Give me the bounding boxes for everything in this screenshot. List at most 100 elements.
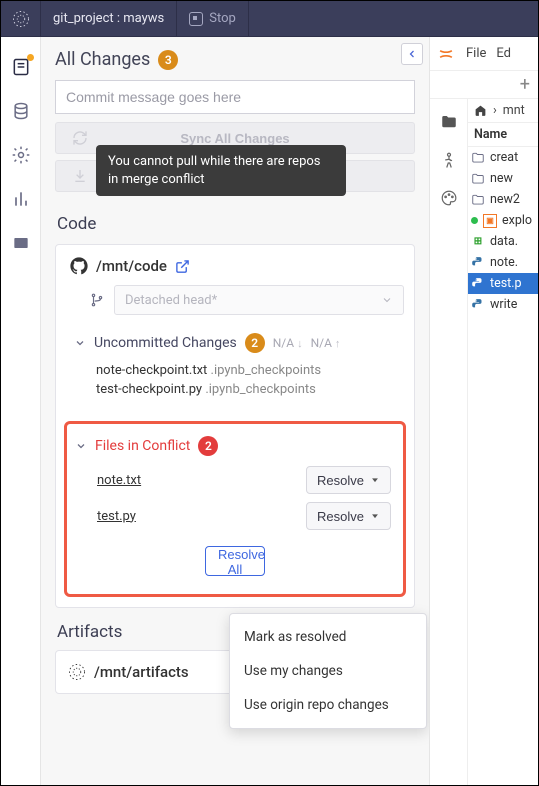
conflict-file-name[interactable]: note.txt (97, 473, 141, 488)
uncommitted-title: Uncommitted Changes (94, 335, 237, 351)
resolve-button[interactable]: Resolve (306, 466, 391, 494)
uncommitted-file-row[interactable]: test-checkpoint.py .ipynb_checkpoints (96, 382, 404, 397)
incoming-count: N/A↓ (273, 336, 303, 350)
menu-edit[interactable]: Ed (496, 46, 511, 61)
chevron-down-icon (75, 440, 87, 452)
menu-use-my-changes[interactable]: Use my changes (230, 654, 426, 688)
artifacts-path-text: /mnt/artifacts (94, 663, 189, 681)
app-logo[interactable] (1, 1, 41, 37)
python-icon (471, 277, 485, 291)
file-row[interactable]: ▣ explo (468, 210, 538, 231)
project-title[interactable]: git_project : mayws (41, 1, 177, 37)
stop-button[interactable]: Stop (177, 1, 249, 37)
folder-icon[interactable] (440, 113, 458, 131)
conflict-header[interactable]: Files in Conflict 2 (75, 436, 395, 456)
repo-path-row: /mnt/code (66, 257, 404, 275)
top-bar: git_project : mayws Stop (1, 1, 538, 37)
menu-use-origin-changes[interactable]: Use origin repo changes (230, 688, 426, 722)
breadcrumb[interactable]: › mnt (468, 99, 538, 122)
conflict-title: Files in Conflict (95, 438, 190, 454)
external-link-icon[interactable] (175, 259, 190, 274)
file-row[interactable]: note. (468, 252, 538, 273)
file-row[interactable]: test.p (468, 273, 538, 294)
jupyter-icon[interactable] (436, 44, 456, 64)
rail-database-icon[interactable] (11, 101, 31, 121)
conflict-file-name[interactable]: test.py (97, 509, 136, 524)
add-button[interactable]: + (520, 74, 530, 95)
file-row[interactable]: write (468, 294, 538, 315)
rail-changes-badge (27, 54, 34, 61)
all-changes-label: All Changes (55, 49, 150, 70)
csv-icon: ⊞ (471, 235, 485, 249)
collapse-panel-button[interactable] (401, 43, 423, 65)
file-header-name[interactable]: Name (468, 122, 538, 147)
file-name: test.p (490, 276, 522, 291)
sync-icon (72, 130, 88, 146)
folder-icon (471, 172, 485, 186)
file-dir: .ipynb_checkpoints (205, 382, 316, 397)
file-row[interactable]: creat (468, 147, 538, 168)
menu-file[interactable]: File (466, 46, 486, 61)
python-icon (471, 298, 485, 312)
branch-row: Detached head* (90, 285, 404, 315)
all-changes-count: 3 (158, 50, 178, 70)
spiral-icon (68, 663, 86, 681)
file-dir: .ipynb_checkpoints (211, 363, 322, 378)
folder-icon (471, 151, 485, 165)
rail-changes-icon[interactable] (11, 57, 31, 77)
right-toolbar: + (430, 71, 538, 99)
rail-stats-icon[interactable] (11, 189, 31, 209)
file-name: note-checkpoint.txt (96, 363, 207, 378)
outgoing-count: N/A↑ (311, 336, 341, 350)
resolved-all-button[interactable]: Resolved All (205, 546, 265, 576)
running-icon[interactable] (440, 151, 458, 169)
home-icon (474, 104, 487, 117)
uncommitted-header[interactable]: Uncommitted Changes 2 N/A↓ N/A↑ (74, 333, 404, 353)
uncommitted-file-row[interactable]: note-checkpoint.txt .ipynb_checkpoints (96, 363, 404, 378)
file-name: write (490, 297, 517, 312)
resolved-all-label: Resolved All (218, 547, 265, 576)
stop-label: Stop (209, 11, 236, 26)
palette-icon[interactable] (440, 189, 458, 207)
branch-select[interactable]: Detached head* (114, 285, 404, 315)
conflict-file-row: note.txt Resolve (97, 466, 391, 494)
notebook-icon: ▣ (483, 214, 497, 228)
file-name: new2 (490, 192, 520, 207)
commit-message-input[interactable] (55, 80, 415, 114)
right-icon-rail (430, 99, 468, 785)
conflict-file-row: test.py Resolve (97, 502, 391, 530)
python-icon (471, 256, 485, 270)
file-name: data. (490, 234, 518, 249)
resolve-button[interactable]: Resolve (306, 502, 391, 530)
chevron-down-icon (381, 294, 393, 306)
git-branch-icon (90, 293, 104, 307)
file-name: creat (490, 150, 518, 165)
file-row[interactable]: new (468, 168, 538, 189)
spiral-icon (12, 10, 30, 28)
github-icon (70, 257, 88, 275)
file-name: explo (502, 213, 532, 228)
file-name: note. (490, 255, 518, 270)
stop-icon (189, 12, 203, 26)
resolve-label: Resolve (317, 509, 364, 524)
conflict-count: 2 (198, 436, 218, 456)
repo-card: /mnt/code Detached head* Uncommitt (55, 244, 415, 608)
sync-all-label: Sync All Changes (180, 131, 289, 146)
file-browser: › mnt Name creat new new2 ▣ explo ⊞ data. note.… (468, 99, 538, 785)
file-name: new (490, 171, 513, 186)
caret-down-icon (370, 475, 380, 485)
file-name: test-checkpoint.py (96, 382, 202, 397)
menu-mark-resolved[interactable]: Mark as resolved (230, 620, 426, 654)
folder-icon (471, 193, 485, 207)
right-menubar: File Ed (430, 37, 538, 71)
conflict-section: Files in Conflict 2 note.txt Resolve tes… (64, 421, 406, 597)
file-row[interactable]: new2 (468, 189, 538, 210)
file-row[interactable]: ⊞ data. (468, 231, 538, 252)
code-heading: Code (57, 214, 415, 234)
rail-settings-icon[interactable] (11, 145, 31, 165)
left-icon-rail (1, 37, 41, 785)
resolve-label: Resolve (317, 473, 364, 488)
all-changes-heading: All Changes 3 (55, 49, 415, 70)
rail-card-icon[interactable] (11, 233, 31, 253)
uncommitted-count: 2 (245, 333, 265, 353)
